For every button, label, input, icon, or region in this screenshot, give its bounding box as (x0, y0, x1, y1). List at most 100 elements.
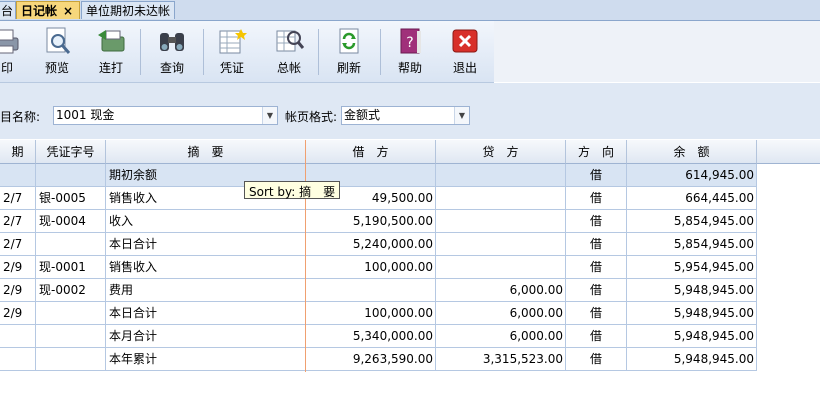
column-resize-line (305, 140, 306, 372)
cell-debit[interactable]: 5,190,500.00 (306, 210, 436, 233)
cell-date[interactable] (0, 325, 36, 348)
cell-credit[interactable]: 6,000.00 (436, 325, 566, 348)
cell-summary[interactable]: 本日合计 (106, 233, 306, 256)
table-row[interactable]: 2/9 现-0002 费用 6,000.00 借 5,948,945.00 (0, 279, 757, 302)
cell-debit[interactable]: 100,000.00 (306, 302, 436, 325)
cell-summary[interactable]: 收入 (106, 210, 306, 233)
chevron-down-icon[interactable]: ▼ (262, 107, 277, 124)
cell-balance[interactable]: 5,948,945.00 (627, 279, 757, 302)
format-value: 金额式 (344, 108, 381, 122)
subject-combo[interactable]: 1001 现金 ▼ (53, 106, 278, 125)
table-row[interactable]: 本月合计 5,340,000.00 6,000.00 借 5,948,945.00 (0, 325, 757, 348)
cell-voucher[interactable] (36, 302, 106, 325)
cell-date[interactable]: 2/9 (0, 302, 36, 325)
cell-voucher[interactable]: 现-0002 (36, 279, 106, 302)
table-row[interactable]: 2/9 现-0001 销售收入 100,000.00 借 5,954,945.00 (0, 256, 757, 279)
cell-voucher[interactable]: 现-0004 (36, 210, 106, 233)
cell-direction[interactable]: 借 (566, 302, 627, 325)
table-row[interactable]: 本年累计 9,263,590.00 3,315,523.00 借 5,948,945.0… (0, 348, 757, 371)
cell-summary[interactable]: 本日合计 (106, 302, 306, 325)
ledger-button[interactable]: 总帐 (272, 25, 306, 79)
tab-workbench[interactable]: 台 (0, 1, 16, 19)
col-header-summary[interactable]: 摘 要 (106, 140, 306, 164)
cell-date[interactable]: 2/7 (0, 233, 36, 256)
col-header-date[interactable]: 期 (0, 140, 36, 164)
cell-summary[interactable]: 本年累计 (106, 348, 306, 371)
cell-direction[interactable]: 借 (566, 210, 627, 233)
col-header-voucher[interactable]: 凭证字号 (36, 140, 106, 164)
cell-voucher[interactable]: 现-0001 (36, 256, 106, 279)
cell-balance[interactable]: 5,854,945.00 (627, 233, 757, 256)
svg-text:?: ? (406, 35, 413, 51)
cell-credit[interactable] (436, 164, 566, 187)
cell-direction[interactable]: 借 (566, 164, 627, 187)
cell-credit[interactable]: 6,000.00 (436, 302, 566, 325)
cell-debit[interactable]: 5,340,000.00 (306, 325, 436, 348)
cell-direction[interactable]: 借 (566, 187, 627, 210)
cell-debit[interactable]: 100,000.00 (306, 256, 436, 279)
cell-credit[interactable] (436, 256, 566, 279)
print-button[interactable]: 印 (0, 25, 22, 79)
table-row[interactable]: 期初余额借 614,945.00 (0, 164, 757, 187)
table-row[interactable]: 2/9 本日合计 100,000.00 6,000.00 借 5,948,945.00 (0, 302, 757, 325)
cell-direction[interactable]: 借 (566, 233, 627, 256)
cell-summary[interactable]: 本月合计 (106, 325, 306, 348)
cell-voucher[interactable] (36, 164, 106, 187)
col-header-balance[interactable]: 余 额 (627, 140, 757, 164)
cell-voucher[interactable] (36, 348, 106, 371)
preview-button[interactable]: 预览 (40, 25, 74, 79)
cell-date[interactable]: 2/7 (0, 210, 36, 233)
tab-journal[interactable]: 日记帐 × (16, 1, 80, 19)
cell-balance[interactable]: 664,445.00 (627, 187, 757, 210)
batch-print-button[interactable]: 连打 (94, 25, 128, 79)
cell-summary[interactable]: 销售收入 (106, 256, 306, 279)
cell-date[interactable]: 2/9 (0, 256, 36, 279)
cell-balance[interactable]: 5,948,945.00 (627, 302, 757, 325)
query-label: 查询 (159, 61, 184, 75)
col-header-direction[interactable]: 方 向 (566, 140, 627, 164)
cell-summary[interactable]: 费用 (106, 279, 306, 302)
table-row[interactable]: 2/7 银-0005 销售收入 49,500.00 借 664,445.00 (0, 187, 757, 210)
cell-date[interactable]: 2/7 (0, 187, 36, 210)
format-combo[interactable]: 金额式 ▼ (341, 106, 470, 125)
cell-direction[interactable]: 借 (566, 348, 627, 371)
cell-debit[interactable] (306, 279, 436, 302)
cell-date[interactable] (0, 348, 36, 371)
cell-credit[interactable]: 3,315,523.00 (436, 348, 566, 371)
cell-balance[interactable]: 614,945.00 (627, 164, 757, 187)
chevron-down-icon[interactable]: ▼ (454, 107, 469, 124)
cell-voucher[interactable] (36, 233, 106, 256)
cell-direction[interactable]: 借 (566, 279, 627, 302)
sort-tooltip: Sort by: 摘 要 (244, 181, 341, 199)
cell-balance[interactable]: 5,948,945.00 (627, 348, 757, 371)
cell-voucher[interactable]: 银-0005 (36, 187, 106, 210)
col-header-credit[interactable]: 贷 方 (436, 140, 566, 164)
cell-debit[interactable]: 5,240,000.00 (306, 233, 436, 256)
exit-button[interactable]: 退出 (448, 25, 482, 79)
cell-balance[interactable]: 5,954,945.00 (627, 256, 757, 279)
close-icon[interactable]: × (63, 4, 73, 18)
voucher-button[interactable]: 凭证 (215, 25, 249, 79)
help-label: 帮助 (397, 61, 422, 75)
cell-date[interactable] (0, 164, 36, 187)
cell-balance[interactable]: 5,948,945.00 (627, 325, 757, 348)
tab-unreconciled[interactable]: 单位期初未达帐 (81, 1, 175, 19)
cell-direction[interactable]: 借 (566, 325, 627, 348)
cell-voucher[interactable] (36, 325, 106, 348)
table-row[interactable]: 2/7 本日合计 5,240,000.00 借 5,854,945.00 (0, 233, 757, 256)
cell-debit[interactable]: 9,263,590.00 (306, 348, 436, 371)
cell-date[interactable]: 2/9 (0, 279, 36, 302)
cell-credit[interactable]: 6,000.00 (436, 279, 566, 302)
cell-credit[interactable] (436, 210, 566, 233)
cell-credit[interactable] (436, 233, 566, 256)
cell-credit[interactable] (436, 187, 566, 210)
query-button[interactable]: 查询 (155, 25, 189, 79)
help-button[interactable]: ? 帮助 (393, 25, 427, 79)
cell-direction[interactable]: 借 (566, 256, 627, 279)
tab-label: 台 (1, 4, 14, 18)
tab-label: 单位期初未达帐 (86, 4, 171, 18)
col-header-debit[interactable]: 借 方 (306, 140, 436, 164)
refresh-button[interactable]: 刷新 (332, 25, 366, 79)
table-row[interactable]: 2/7 现-0004 收入 5,190,500.00 借 5,854,945.00 (0, 210, 757, 233)
cell-balance[interactable]: 5,854,945.00 (627, 210, 757, 233)
